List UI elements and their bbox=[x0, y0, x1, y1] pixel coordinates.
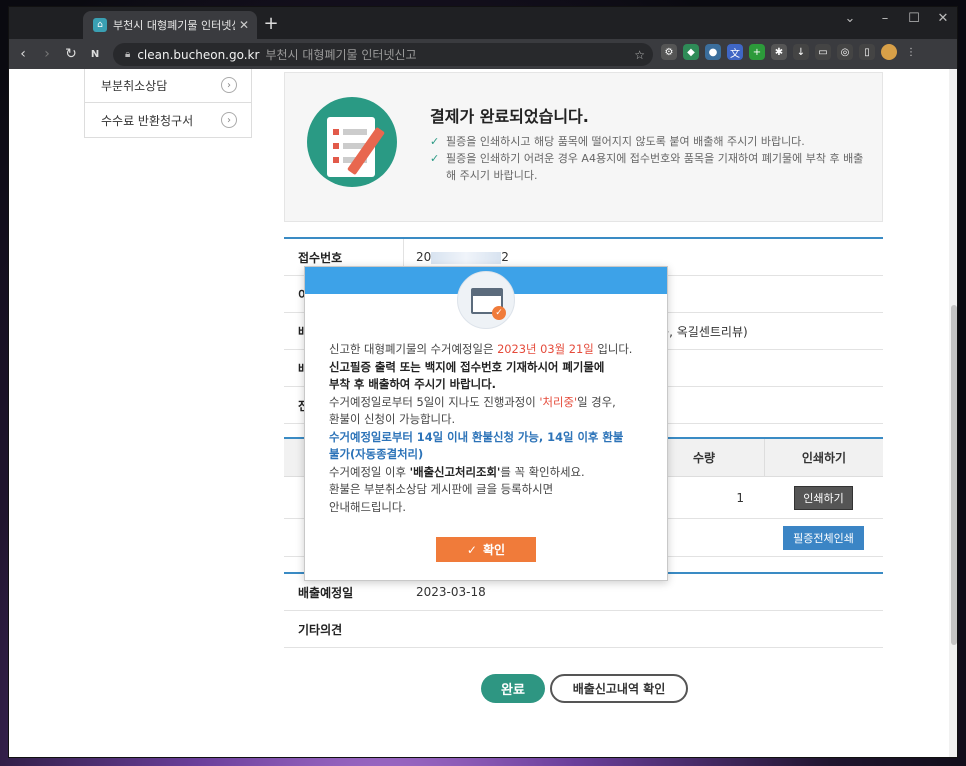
extension-icon-1[interactable]: ⚙ bbox=[661, 44, 677, 60]
sidebar-item-label: 부분취소상담 bbox=[101, 78, 168, 93]
minimize-button[interactable]: – bbox=[871, 11, 899, 26]
tab-search-icon[interactable]: ⌄ bbox=[836, 11, 864, 26]
check-icon: ✓ bbox=[430, 135, 440, 148]
pickup-date: 2023년 03월 21일 bbox=[497, 342, 594, 356]
close-tab-icon[interactable]: ✕ bbox=[235, 18, 253, 32]
instruction-item: ✓ 필증을 인쇄하기 어려운 경우 A4용지에 접수번호와 품목을 기재하여 폐기… bbox=[430, 152, 864, 182]
close-window-button[interactable]: ✕ bbox=[929, 11, 957, 26]
checklist-illustration-icon bbox=[307, 97, 397, 187]
print-header: 인쇄하기 bbox=[764, 439, 883, 476]
url-host: clean.bucheon.go.kr bbox=[137, 47, 260, 62]
notice-modal: ✓ 신고한 대형폐기물의 수거예정일은 2023년 03월 21일 입니다. 신… bbox=[304, 266, 668, 581]
extensions-area: ⚙ ◆ ● 文 + ✱ ↓ ▭ ◎ ▯ ⋮ bbox=[661, 44, 919, 60]
scrollbar[interactable] bbox=[949, 69, 957, 757]
back-icon[interactable]: ‹ bbox=[11, 46, 35, 62]
extension-icon-5[interactable]: + bbox=[749, 44, 765, 60]
blurred-receipt-number bbox=[431, 251, 502, 264]
naver-icon[interactable]: N bbox=[83, 49, 107, 60]
chevron-right-icon: › bbox=[221, 77, 237, 93]
sidebar-item-label: 수수료 반환청구서 bbox=[101, 113, 194, 128]
payment-complete-title: 결제가 완료되었습니다. bbox=[430, 107, 589, 126]
url-page-title: 부천시 대형폐기물 인터넷신고 bbox=[265, 48, 417, 62]
browser-toolbar: ‹ › ↻ N 🔒︎ clean.bucheon.go.kr 부천시 대형폐기물… bbox=[9, 39, 957, 69]
instruction-item: ✓ 필증을 인쇄하시고 해당 품목에 떨어지지 않도록 붙여 배출해 주시기 바랍… bbox=[430, 135, 805, 148]
download-icon[interactable]: ↓ bbox=[793, 44, 809, 60]
calendar-icon: ✓ bbox=[457, 271, 515, 329]
processing-status: '처리중' bbox=[539, 394, 578, 409]
disposal-date-value: 2023-03-18 bbox=[416, 585, 486, 599]
complete-button[interactable]: 완료 bbox=[481, 674, 545, 703]
forward-icon[interactable]: › bbox=[35, 46, 59, 62]
sidebar-item-refund-request[interactable]: 수수료 반환청구서 › bbox=[84, 102, 252, 138]
reload-icon[interactable]: ↻ bbox=[59, 46, 83, 62]
browser-window: ⌂ 부천시 대형폐기물 인터넷신고 ✕ + ⌄ – ☐ ✕ ‹ › ↻ N 🔒︎… bbox=[8, 6, 958, 758]
lock-icon: 🔒︎ bbox=[125, 49, 131, 60]
bookmark-star-icon[interactable]: ☆ bbox=[634, 48, 645, 62]
print-all-button[interactable]: 필증전체인쇄 bbox=[783, 525, 864, 550]
site-favicon-icon: ⌂ bbox=[93, 18, 107, 32]
instructions-list: ✓ 필증을 인쇄하시고 해당 품목에 떨어지지 않도록 붙여 배출해 주시기 바랍… bbox=[430, 133, 870, 184]
check-history-button[interactable]: 배출신고내역 확인 bbox=[550, 674, 688, 703]
print-button[interactable]: 인쇄하기 bbox=[794, 485, 853, 510]
payment-complete-panel: 결제가 완료되었습니다. ✓ 필증을 인쇄하시고 해당 품목에 떨어지지 않도록 … bbox=[284, 72, 883, 222]
browser-tab[interactable]: ⌂ 부천시 대형폐기물 인터넷신고 ✕ bbox=[83, 11, 257, 39]
menu-kebab-icon[interactable]: ⋮ bbox=[903, 44, 919, 60]
page-content: 부분취소상담 › 수수료 반환청구서 › 결제가 완료되었습니다. ✓ 필증을 인… bbox=[9, 69, 957, 757]
receipt-number-value: 20 bbox=[416, 250, 432, 264]
shield-extension-icon[interactable]: ◆ bbox=[683, 44, 699, 60]
tab-strip: ⌂ 부천시 대형폐기물 인터넷신고 ✕ + ⌄ – ☐ ✕ bbox=[9, 7, 957, 39]
scrollbar-thumb[interactable] bbox=[951, 305, 957, 645]
modal-message: 신고한 대형폐기물의 수거예정일은 2023년 03월 21일 입니다. 신고필… bbox=[329, 342, 633, 514]
new-tab-button[interactable]: + bbox=[261, 13, 281, 34]
extension-icon-3[interactable]: ● bbox=[705, 44, 721, 60]
tab-title: 부천시 대형폐기물 인터넷신고 bbox=[113, 19, 235, 32]
other-comments-label: 기타의견 bbox=[298, 622, 343, 637]
action-buttons: 완료 배출신고내역 확인 bbox=[481, 674, 688, 703]
check-icon: ✓ bbox=[430, 152, 440, 165]
confirm-button[interactable]: ✓ 확인 bbox=[436, 537, 536, 562]
maximize-button[interactable]: ☐ bbox=[900, 11, 928, 26]
cast-icon[interactable]: ▭ bbox=[815, 44, 831, 60]
screenshot-icon[interactable]: ◎ bbox=[837, 44, 853, 60]
sidebar-item-partial-cancel[interactable]: 부분취소상담 › bbox=[84, 69, 252, 103]
disposal-info-table: 배출예정일 2023-03-18 기타의견 bbox=[284, 572, 883, 648]
check-icon: ✓ bbox=[466, 542, 477, 557]
translate-extension-icon[interactable]: 文 bbox=[727, 44, 743, 60]
chevron-right-icon: › bbox=[221, 112, 237, 128]
extensions-puzzle-icon[interactable]: ✱ bbox=[771, 44, 787, 60]
profile-avatar[interactable] bbox=[881, 44, 897, 60]
address-bar[interactable]: 🔒︎ clean.bucheon.go.kr 부천시 대형폐기물 인터넷신고 ☆ bbox=[113, 43, 653, 66]
sidepanel-icon[interactable]: ▯ bbox=[859, 44, 875, 60]
